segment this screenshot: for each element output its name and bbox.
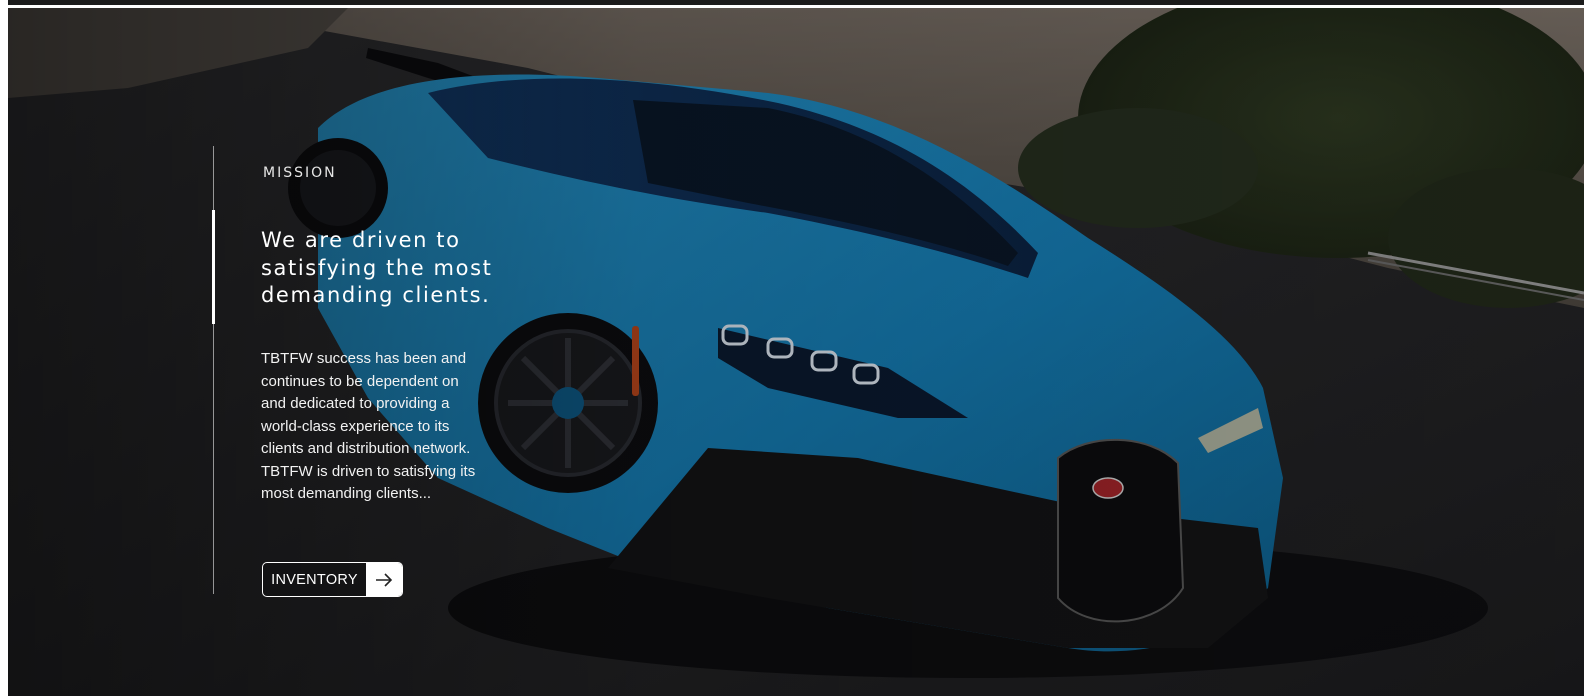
top-border: [0, 0, 1584, 5]
mission-headline: We are driven to satisfying the most dem…: [261, 227, 561, 310]
description-line: and dedicated to providing a: [261, 395, 450, 412]
description-line: most demanding clients...: [261, 485, 432, 502]
arrow-right-icon: [366, 563, 402, 596]
mission-hero: MISSION We are driven to satisfying the …: [8, 8, 1584, 696]
inventory-button[interactable]: INVENTORY: [262, 562, 403, 597]
description-line: continues to be dependent on: [261, 372, 459, 390]
section-eyebrow: MISSION: [263, 165, 337, 181]
description-line: world-class experience to its: [261, 417, 450, 435]
description-line: TBTFW is driven to satisfying its: [261, 462, 476, 480]
dark-overlay: [8, 8, 1584, 696]
description-line: TBTFW success has been and: [261, 350, 467, 367]
headline-line: satisfying the most: [261, 255, 493, 280]
headline-line: We are driven to: [261, 228, 461, 252]
inventory-button-label: INVENTORY: [263, 563, 366, 596]
headline-line: demanding clients.: [261, 283, 491, 307]
vertical-divider-accent: [212, 210, 215, 324]
mission-description: TBTFW success has been and continues to …: [261, 348, 521, 506]
description-line: clients and distribution network.: [261, 440, 471, 457]
left-margin: [0, 0, 8, 696]
